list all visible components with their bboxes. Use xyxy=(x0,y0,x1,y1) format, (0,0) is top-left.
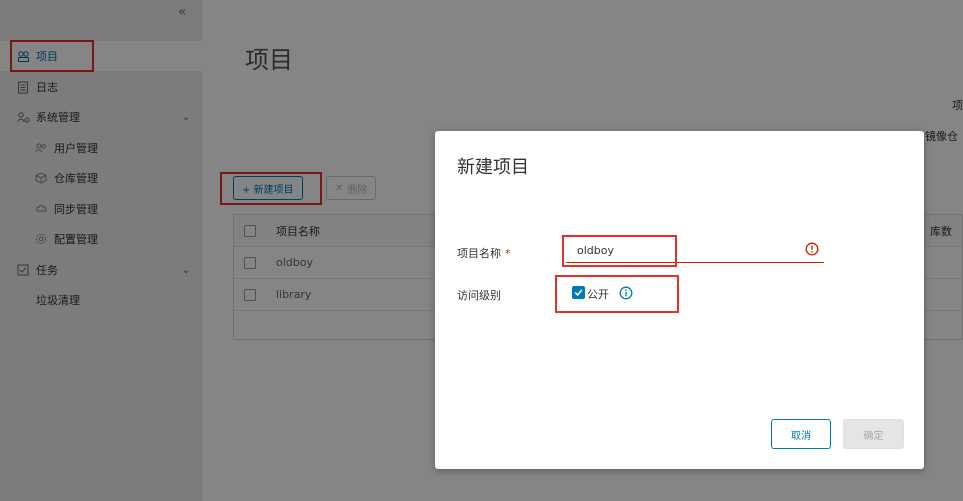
new-project-dialog: 新建项目 项目名称* 访问级别 公开 取消 确定 xyxy=(435,131,924,469)
project-name-label: 项目名称 * xyxy=(457,245,511,261)
required-marker: * xyxy=(505,247,511,260)
cancel-button[interactable]: 取消 xyxy=(771,419,831,449)
confirm-button[interactable]: 确定 xyxy=(843,419,904,449)
access-level-label: 访问级别 xyxy=(457,289,501,302)
error-icon xyxy=(805,242,819,256)
project-name-label-text: 项目名称 xyxy=(457,247,501,260)
dialog-title: 新建项目 xyxy=(457,157,529,178)
annotation-box xyxy=(562,235,677,267)
annotation-box xyxy=(555,275,679,313)
